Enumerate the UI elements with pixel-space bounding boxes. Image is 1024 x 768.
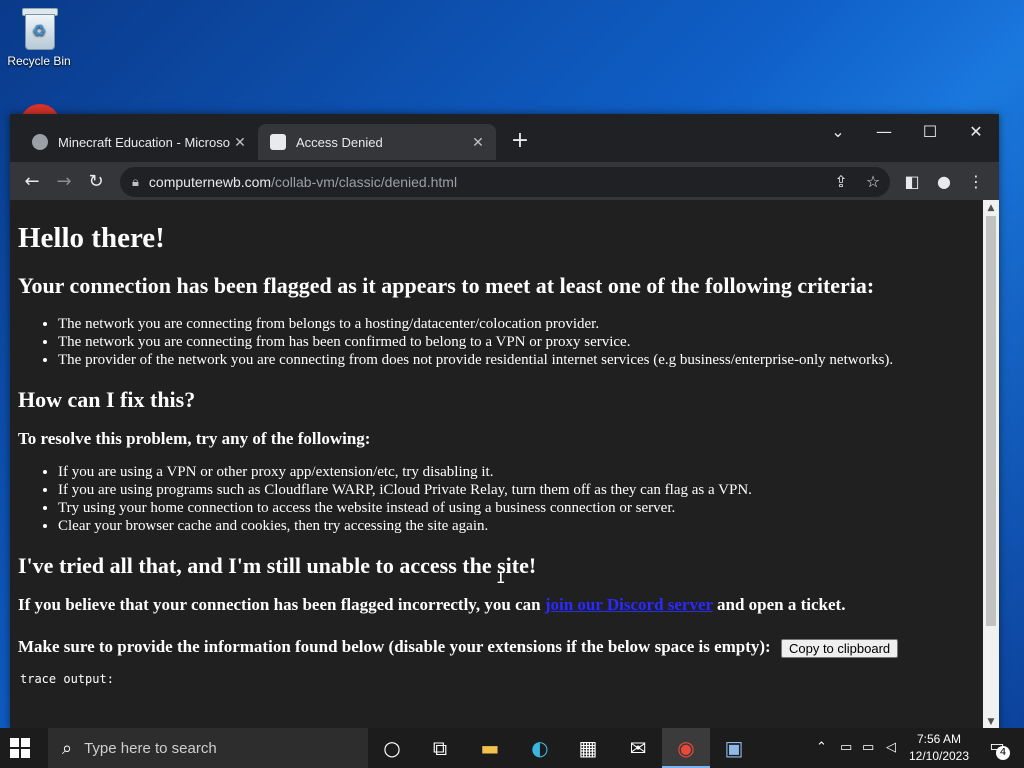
remote-desktop-icon[interactable]: ▣ [710, 728, 758, 768]
page-heading: Hello there! [18, 222, 165, 254]
new-tab-button[interactable]: + [508, 128, 532, 153]
clock[interactable]: 7:56 AM 12/10/2023 [904, 731, 974, 765]
taskbar-search[interactable]: ⌕ Type here to search [48, 728, 368, 768]
back-button[interactable]: ← [18, 168, 46, 196]
list-item: The network you are connecting from has … [58, 333, 975, 351]
address-bar[interactable]: 🔒︎ computernewb.com/collab-vm/classic/de… [120, 167, 890, 197]
recycle-bin[interactable]: Recycle Bin [6, 8, 72, 68]
start-button[interactable] [10, 738, 30, 758]
lock-icon[interactable]: 🔒︎ [132, 174, 139, 190]
page-content: Hello there! Your connection has been fl… [10, 200, 983, 730]
tab-strip: Minecraft Education - Microsoft ✕ Access… [10, 114, 999, 162]
site-favicon-icon [270, 134, 286, 150]
menu-icon[interactable]: ⋮ [962, 168, 990, 196]
list-item: If you are using programs such as Cloudf… [58, 481, 975, 499]
criteria-list: The network you are connecting from belo… [18, 315, 975, 369]
recycle-bin-label: Recycle Bin [7, 54, 71, 68]
tab-title: Access Denied [296, 134, 383, 150]
clock-date: 12/10/2023 [908, 749, 970, 763]
search-placeholder: Type here to search [84, 739, 217, 757]
discord-link[interactable]: join our Discord server [545, 595, 713, 614]
scroll-up-icon[interactable]: ▲ [983, 200, 999, 216]
tray-chevron-icon[interactable]: ⌃ [816, 728, 827, 768]
taskbar: ⌕ Type here to search ○ ⧉ ▬ ◐ ▦ ✉ ◉ ▣ ⌃ … [0, 728, 1024, 768]
maximize-button[interactable]: ☐ [907, 118, 953, 146]
share-icon[interactable]: ⇪ [827, 168, 855, 196]
tab-title: Minecraft Education - Microsoft [58, 134, 230, 150]
cortana-icon[interactable]: ○ [368, 728, 416, 768]
browser-window: Minecraft Education - Microsoft ✕ Access… [10, 114, 999, 730]
tab-access-denied[interactable]: Access Denied ✕ [258, 124, 496, 160]
believe-text-end: and open a ticket. [712, 595, 846, 614]
store-icon[interactable]: ▦ [564, 728, 612, 768]
resolve-heading: To resolve this problem, try any of the … [18, 429, 371, 448]
mail-icon[interactable]: ✉ [614, 728, 662, 768]
recycle-bin-icon [20, 8, 58, 50]
forward-button[interactable]: → [50, 168, 78, 196]
bookmark-star-icon[interactable]: ☆ [859, 168, 887, 196]
info-paragraph: Make sure to provide the information fou… [18, 637, 975, 658]
browser-toolbar: ← → ↻ 🔒︎ computernewb.com/collab-vm/clas… [10, 162, 999, 202]
clock-time: 7:56 AM [916, 732, 962, 746]
list-item: The network you are connecting from belo… [58, 315, 975, 333]
task-view-icon[interactable]: ⧉ [416, 728, 464, 768]
tab-minecraft[interactable]: Minecraft Education - Microsoft ✕ [20, 124, 258, 160]
list-item: Clear your browser cache and cookies, th… [58, 517, 975, 535]
discord-paragraph: If you believe that your connection has … [18, 595, 975, 615]
edge-icon[interactable]: ◐ [516, 728, 564, 768]
list-item: The provider of the network you are conn… [58, 351, 975, 369]
file-explorer-icon[interactable]: ▬ [466, 728, 514, 768]
side-panel-icon[interactable]: ◧ [898, 168, 926, 196]
make-sure-text: Make sure to provide the information fou… [18, 637, 771, 656]
volume-muted-icon[interactable]: ◁ [886, 728, 896, 768]
chrome-icon[interactable]: ◉ [662, 728, 710, 768]
tab-search-chevron-icon[interactable]: ⌄ [815, 118, 861, 146]
reload-button[interactable]: ↻ [82, 168, 110, 196]
profile-icon[interactable]: ● [930, 168, 958, 196]
search-icon: ⌕ [62, 737, 73, 758]
meet-icon[interactable]: ▭ [840, 728, 852, 768]
trace-output-label: trace output: [20, 671, 114, 686]
believe-text: If you believe that your connection has … [18, 595, 545, 614]
list-item: If you are using a VPN or other proxy ap… [58, 463, 975, 481]
page-scrollbar[interactable]: ▲ ▼ [983, 200, 999, 730]
fix-heading: How can I fix this? [18, 387, 196, 412]
scrollbar-thumb[interactable] [986, 216, 996, 626]
network-icon[interactable]: ▭ [862, 728, 874, 768]
minimize-button[interactable]: — [861, 118, 907, 146]
list-item: Try using your home connection to access… [58, 499, 975, 517]
fixes-list: If you are using a VPN or other proxy ap… [18, 463, 975, 535]
notification-icon[interactable]: ▭ 4 [984, 736, 1010, 760]
text-cursor-icon: I [496, 568, 506, 587]
url-host: computernewb.com [148, 174, 272, 190]
close-window-button[interactable]: ✕ [953, 118, 999, 146]
globe-icon [32, 134, 48, 150]
copy-to-clipboard-button[interactable]: Copy to clipboard [780, 638, 899, 658]
notification-badge: 4 [996, 746, 1010, 760]
flagged-heading: Your connection has been flagged as it a… [18, 273, 875, 298]
url-path: /collab-vm/classic/denied.html [271, 174, 458, 190]
tab-close-icon[interactable]: ✕ [230, 134, 250, 151]
tab-close-icon[interactable]: ✕ [468, 134, 488, 151]
